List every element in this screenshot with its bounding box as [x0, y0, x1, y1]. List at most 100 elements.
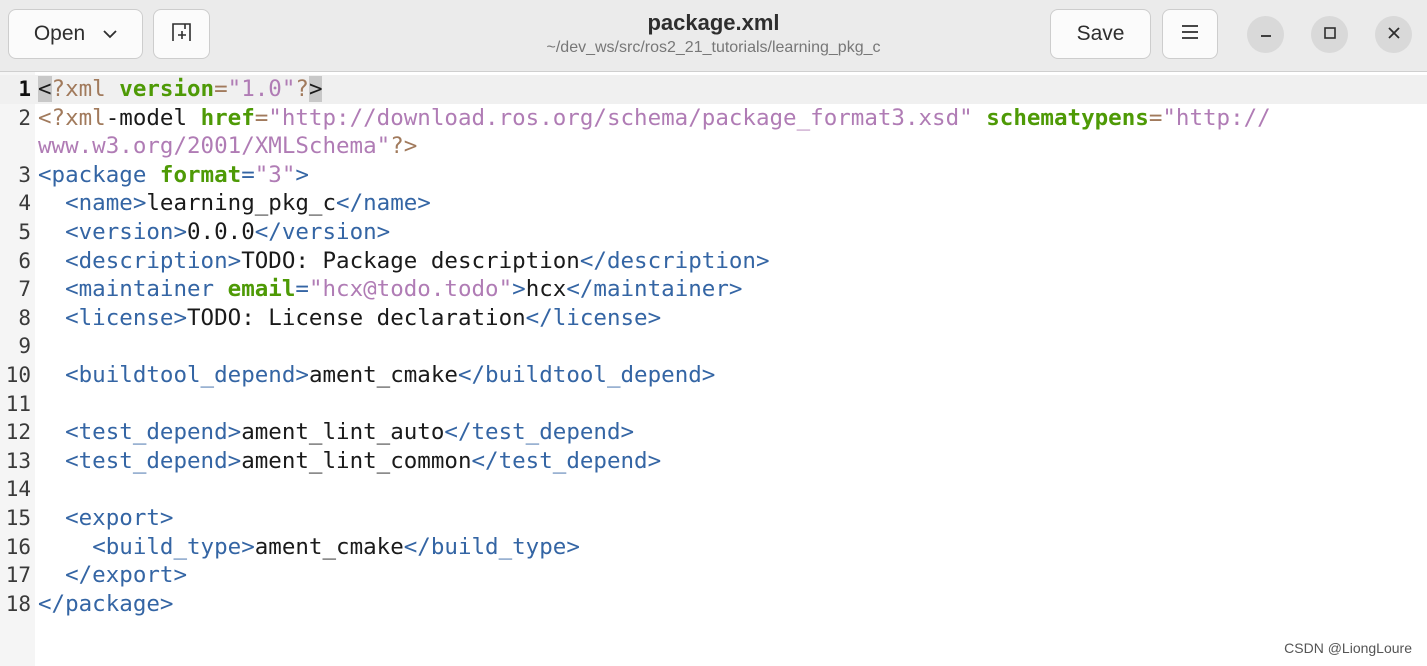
- line-number: 13: [5, 448, 31, 473]
- code-line[interactable]: 16 <build_type>ament_cmake</build_type>: [0, 533, 1427, 562]
- code-text: <test_depend>ament_lint_common</test_dep…: [38, 447, 661, 476]
- code-text: <test_depend>ament_lint_auto</test_depen…: [38, 418, 634, 447]
- code-token: </test_depend>: [471, 447, 662, 474]
- code-token: www.w3.org/2001/XMLSchema": [38, 133, 391, 160]
- line-number: 14: [5, 477, 31, 502]
- code-token: <: [38, 76, 52, 102]
- new-tab-icon: [170, 20, 194, 48]
- text-editor-area[interactable]: 1 <?xml version="1.0"?> 2 <?xml-model href=…: [0, 75, 1427, 618]
- code-token: </description>: [579, 247, 770, 274]
- code-token: <build_type>: [92, 533, 255, 560]
- new-tab-button[interactable]: [153, 9, 210, 59]
- code-text: <buildtool_depend>ament_cmake</buildtool…: [38, 361, 715, 390]
- code-token: ?: [295, 76, 309, 102]
- code-line[interactable]: 17 </export>: [0, 561, 1427, 590]
- code-token: email: [227, 276, 296, 303]
- line-number: 16: [5, 534, 31, 559]
- code-token: -model: [105, 104, 201, 131]
- code-text: <package format="3">: [38, 161, 309, 190]
- code-text: <license>TODO: License declaration</lice…: [38, 304, 661, 333]
- code-line[interactable]: 8 <license>TODO: License declaration</li…: [0, 304, 1427, 333]
- code-token: <name>: [65, 190, 147, 217]
- code-token: </export>: [65, 562, 188, 589]
- hamburger-menu-icon: [1181, 22, 1199, 46]
- code-token: ?xml: [51, 76, 120, 102]
- code-line[interactable]: 12 <test_depend>ament_lint_auto</test_de…: [0, 418, 1427, 447]
- line-number: 11: [5, 391, 31, 416]
- open-button-label: Open: [33, 22, 86, 45]
- maximize-button[interactable]: [1311, 16, 1348, 53]
- line-number: 15: [5, 505, 31, 530]
- code-text: <description>TODO: Package description</…: [38, 247, 770, 276]
- code-line[interactable]: 4 <name>learning_pkg_c</name>: [0, 189, 1427, 218]
- code-token: </package>: [38, 590, 174, 617]
- code-text: <build_type>ament_cmake</build_type>: [38, 533, 580, 562]
- code-token: ?>: [390, 133, 418, 160]
- minimize-button[interactable]: [1247, 16, 1284, 53]
- code-text: <export>: [38, 504, 173, 533]
- code-token: </version>: [254, 218, 391, 245]
- code-token: schematypens: [986, 104, 1149, 131]
- code-text: <name>learning_pkg_c</name>: [38, 189, 431, 218]
- code-line[interactable]: 18 </package>: [0, 590, 1427, 619]
- code-line[interactable]: 5 <version>0.0.0</version>: [0, 218, 1427, 247]
- close-button[interactable]: [1375, 16, 1412, 53]
- code-token: >: [512, 276, 526, 303]
- line-number: 18: [5, 591, 31, 616]
- code-token: =: [254, 104, 269, 131]
- code-token: >: [295, 161, 309, 188]
- watermark: CSDN @LiongLoure: [1284, 640, 1412, 656]
- code-token: "hcx@todo.todo": [308, 276, 513, 303]
- code-line[interactable]: 15 <export>: [0, 504, 1427, 533]
- code-token: learning_pkg_c: [146, 190, 337, 217]
- code-line[interactable]: 13 <test_depend>ament_lint_common</test_…: [0, 447, 1427, 476]
- code-token: "3": [254, 161, 296, 188]
- code-line[interactable]: 1 <?xml version="1.0"?>: [0, 75, 1427, 104]
- code-token: =: [1148, 104, 1163, 131]
- code-token: <license>: [65, 304, 188, 331]
- code-token: <test_depend>: [65, 419, 242, 446]
- code-line[interactable]: www.w3.org/2001/XMLSchema"?>: [0, 132, 1427, 161]
- code-line[interactable]: 6 <description>TODO: Package description…: [0, 247, 1427, 276]
- code-token: "1.0": [227, 76, 296, 102]
- open-button[interactable]: Open: [8, 9, 143, 59]
- code-line[interactable]: 14: [0, 475, 1427, 504]
- code-token: =: [295, 276, 309, 303]
- code-text: <?xml-model href="http://download.ros.or…: [38, 104, 1271, 133]
- code-text: <?xml version="1.0"?>: [38, 75, 323, 104]
- save-button[interactable]: Save: [1050, 9, 1151, 59]
- header-bar: Open package.xml ~/dev_ws/src/ros2_21_tu…: [0, 0, 1427, 72]
- code-token: >: [308, 76, 323, 102]
- save-button-label: Save: [1076, 22, 1125, 45]
- menu-button[interactable]: [1162, 9, 1218, 59]
- window-title-block: package.xml ~/dev_ws/src/ros2_21_tutoria…: [450, 9, 977, 60]
- code-line[interactable]: 9: [0, 332, 1427, 361]
- code-token: <version>: [65, 218, 188, 245]
- code-line[interactable]: 10 <buildtool_depend>ament_cmake</buildt…: [0, 361, 1427, 390]
- code-text: </export>: [38, 561, 187, 590]
- code-line[interactable]: 2 <?xml-model href="http://download.ros.o…: [0, 104, 1427, 133]
- code-token: <maintainer: [65, 276, 228, 303]
- line-number: 6: [18, 248, 31, 273]
- line-number: 7: [18, 277, 31, 302]
- code-token: </test_depend>: [444, 419, 635, 446]
- code-line[interactable]: 3 <package format="3">: [0, 161, 1427, 190]
- code-token: <package: [38, 161, 160, 188]
- line-number: 17: [5, 563, 31, 588]
- code-token: <buildtool_depend>: [65, 361, 309, 388]
- line-number: 9: [18, 334, 31, 359]
- line-number: 1: [18, 77, 31, 101]
- code-token: </buildtool_depend>: [457, 361, 716, 388]
- code-line[interactable]: 7 <maintainer email="hcx@todo.todo">hcx<…: [0, 275, 1427, 304]
- line-number: 3: [18, 162, 31, 187]
- code-token: ament_cmake: [308, 361, 458, 388]
- code-line[interactable]: 11: [0, 390, 1427, 419]
